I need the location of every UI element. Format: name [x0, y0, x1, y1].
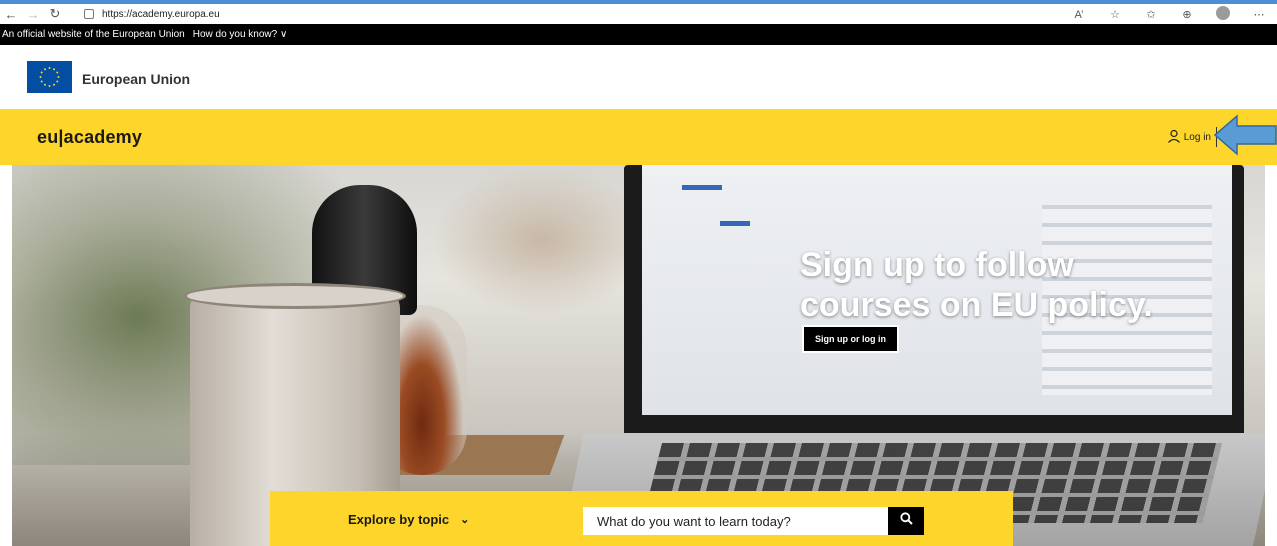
european-union-label[interactable]: European Union [82, 71, 190, 87]
address-bar[interactable]: https://academy.europa.eu [102, 9, 220, 20]
hero-banner: Sign up to follow courses on EU policy. … [12, 165, 1265, 546]
user-icon [1167, 129, 1181, 146]
hero-headline-line-2: courses on EU policy. [800, 286, 1153, 324]
browser-tools: A’ ☆ ✩ ⊕ ⋯ [1069, 6, 1269, 23]
search-input[interactable] [583, 507, 888, 535]
search-button[interactable] [888, 507, 924, 535]
annotation-arrow-icon [1213, 114, 1277, 156]
forward-icon[interactable]: → [22, 7, 44, 22]
read-aloud-icon[interactable]: A’ [1069, 9, 1089, 21]
eu-academy-logo[interactable]: eu|academy [37, 127, 142, 148]
official-banner-text: An official website of the European Unio… [2, 29, 185, 40]
laptop-screen-accent-2 [720, 221, 750, 226]
explore-by-topic-dropdown[interactable]: Explore by topic ⌄ [348, 512, 469, 527]
eu-header: European Union [0, 45, 1277, 109]
explore-bar: Explore by topic ⌄ [270, 491, 1013, 546]
explore-by-topic-label: Explore by topic [348, 512, 450, 527]
refresh-icon[interactable]: ↻ [44, 6, 66, 22]
how-do-you-know-link[interactable]: How do you know? ∨ [193, 29, 288, 40]
window-background [432, 165, 652, 315]
eu-flag-logo[interactable] [27, 61, 72, 93]
back-icon[interactable]: ← [0, 7, 22, 22]
collections-icon[interactable]: ✩ [1141, 8, 1161, 21]
favorites-icon[interactable]: ☆ [1105, 8, 1125, 21]
profile-icon[interactable] [1213, 6, 1233, 23]
browser-toolbar: ← → ↻ https://academy.europa.eu A’ ☆ ✩ ⊕… [0, 4, 1277, 24]
extensions-icon[interactable]: ⊕ [1177, 8, 1197, 21]
hero-headline: Sign up to follow courses on EU policy. [800, 245, 1153, 325]
laptop-screen-accent [682, 185, 722, 190]
more-icon[interactable]: ⋯ [1249, 8, 1269, 21]
chevron-down-icon: ⌄ [460, 514, 470, 526]
login-link[interactable]: Log in [1167, 129, 1211, 146]
page-info-icon[interactable] [84, 9, 94, 19]
ceramic-cup-rim [184, 283, 406, 309]
sign-up-or-log-in-button[interactable]: Sign up or log in [802, 325, 899, 353]
login-label: Log in [1183, 132, 1211, 143]
hero-headline-line-1: Sign up to follow [800, 246, 1074, 284]
official-eu-banner: An official website of the European Unio… [0, 24, 1277, 45]
search-icon [899, 512, 913, 530]
site-header: eu|academy Log in [0, 109, 1277, 165]
